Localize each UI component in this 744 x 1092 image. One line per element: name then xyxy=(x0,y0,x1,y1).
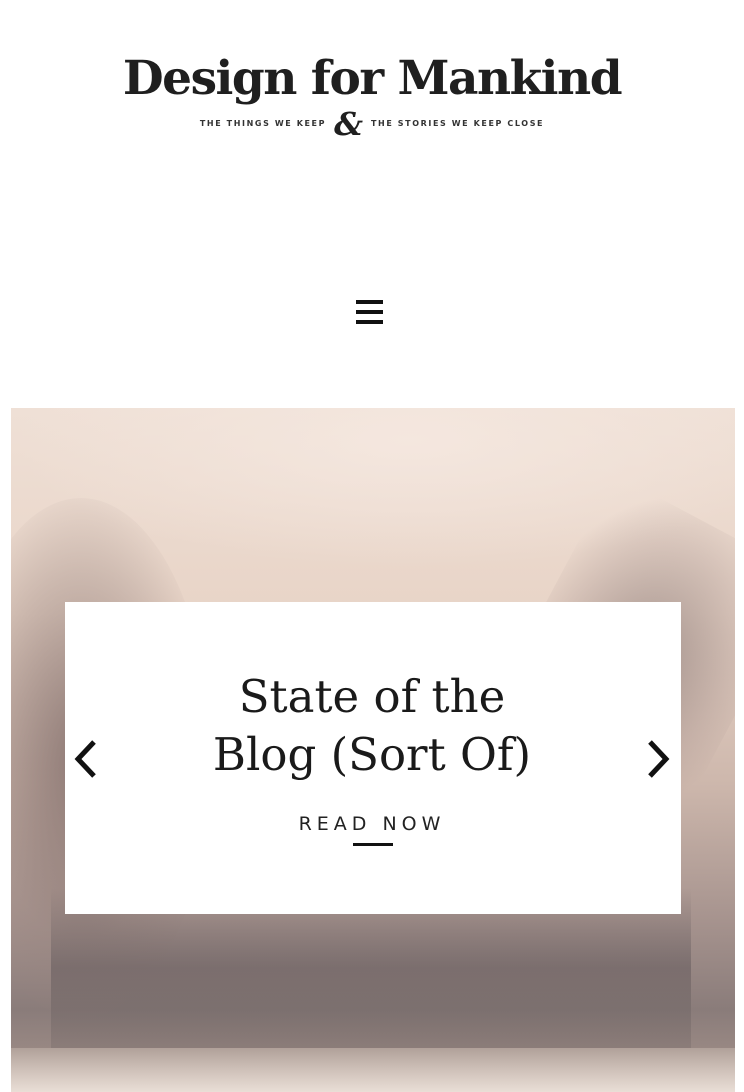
chevron-left-icon xyxy=(74,740,96,778)
site-tagline: THE THINGS WE KEEP & THE STORIES WE KEEP… xyxy=(0,108,744,140)
tagline-left: THE THINGS WE KEEP xyxy=(199,119,327,128)
slider-next-button[interactable] xyxy=(638,734,678,784)
slide-title[interactable]: State of the Blog (Sort Of) xyxy=(0,668,744,784)
site-header: Design for Mankind THE THINGS WE KEEP & … xyxy=(0,0,744,400)
read-now-link[interactable]: READ NOW xyxy=(0,810,744,838)
tagline-right: THE STORIES WE KEEP CLOSE xyxy=(370,119,545,128)
read-now-underline xyxy=(353,843,393,846)
slider-prev-button[interactable] xyxy=(68,734,108,784)
site-logo[interactable]: Design for Mankind xyxy=(0,48,744,110)
hamburger-menu-icon[interactable] xyxy=(356,300,384,326)
chevron-right-icon xyxy=(648,740,670,778)
site-title: Design for Mankind xyxy=(122,51,623,106)
tagline-ampersand: & xyxy=(334,105,363,143)
